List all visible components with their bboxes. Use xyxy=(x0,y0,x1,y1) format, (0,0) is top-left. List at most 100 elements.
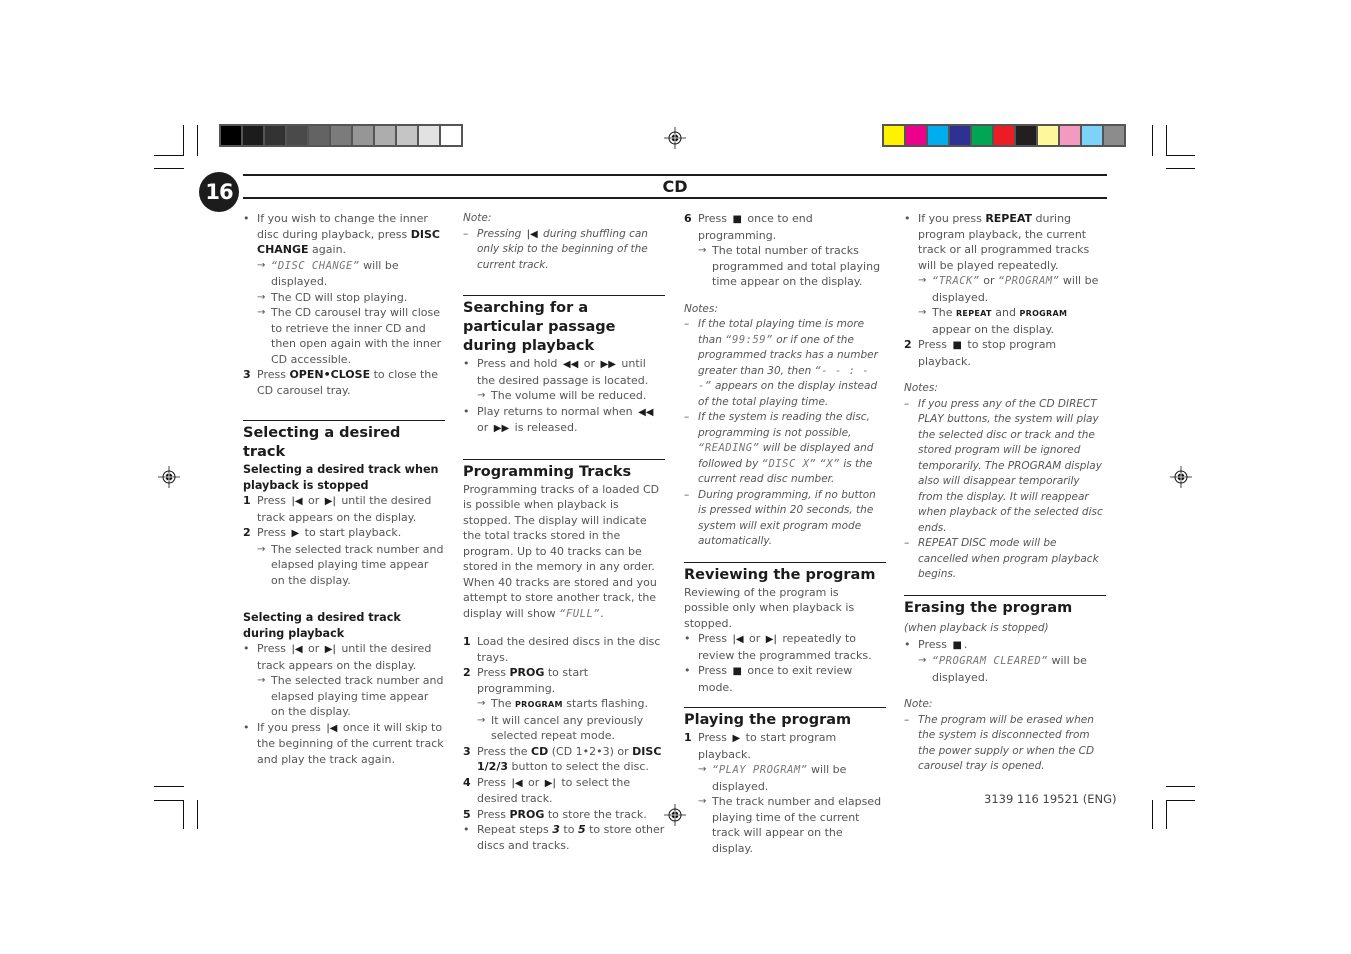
page-number: 16 xyxy=(199,172,239,212)
list-item: • Press |◀ or ▶| until the desired track … xyxy=(243,642,432,672)
step-item: 6 Press ■ once to end programming. xyxy=(684,212,813,242)
stop-icon: ■ xyxy=(952,639,962,651)
crop-mark xyxy=(1166,168,1195,169)
register-mark-icon xyxy=(664,804,686,826)
crop-mark xyxy=(154,786,184,787)
note-label: Note: xyxy=(463,212,492,224)
subsection-heading: Selecting a desired track during playbac… xyxy=(243,611,401,640)
arrow-icon: → xyxy=(698,245,707,256)
crop-mark xyxy=(1152,800,1153,829)
grayscale-swatch xyxy=(375,126,395,145)
play-icon: ▶ xyxy=(732,733,741,744)
register-mark-icon xyxy=(1170,466,1192,488)
crop-mark xyxy=(1166,800,1195,801)
note-item: – REPEAT DISC mode will be cancelled when… xyxy=(904,537,1099,580)
bullet-icon: • xyxy=(904,212,911,225)
step-item: 4 Press |◀ or ▶| to select the desired tr… xyxy=(463,775,631,806)
fast-forward-icon: ▶▶ xyxy=(600,359,616,370)
next-track-icon: ▶| xyxy=(765,634,777,645)
arrow-icon: → xyxy=(257,259,266,271)
note-item: – During programming, if no button is pre… xyxy=(684,488,876,548)
list-item: • If you press REPEAT during program play… xyxy=(904,212,1090,272)
dash-icon: – xyxy=(684,488,690,501)
section-heading: Selecting a desired track xyxy=(243,420,445,462)
crop-mark xyxy=(1166,786,1195,787)
arrow-icon: → xyxy=(918,307,927,318)
note-label: Note: xyxy=(904,698,933,710)
list-item: • Press and hold ◀◀ or ▶▶ until the desir… xyxy=(463,357,649,387)
color-swatch xyxy=(928,126,948,145)
list-item: • Press |◀ or ▶| repeatedly to review the… xyxy=(684,632,872,662)
arrow-icon: → xyxy=(918,275,927,286)
step-item: 2 Press ■ to stop program playback. xyxy=(904,338,1057,368)
grayscale-swatch xyxy=(331,126,351,145)
bullet-icon: • xyxy=(463,823,470,836)
list-item: • Press ■ once to exit review mode. xyxy=(684,664,853,694)
column-1: • If you wish to change the inner disc du… xyxy=(243,211,445,767)
result-item: → The CD carousel tray will close to retr… xyxy=(257,306,442,366)
bullet-icon: • xyxy=(684,632,691,645)
color-swatch xyxy=(1038,126,1058,145)
list-item: • Repeat steps 3 to 5 to store other disc… xyxy=(463,823,665,852)
crop-mark xyxy=(1166,800,1167,829)
color-swatch xyxy=(950,126,970,145)
step-item: 5 Press PROG to store the track. xyxy=(463,807,647,821)
color-swatch-bar xyxy=(882,124,1126,147)
result-item: → The volume will be reduced. xyxy=(477,389,647,402)
next-track-icon: ▶| xyxy=(544,777,556,789)
result-item: → The PROGRAM starts flashing. xyxy=(477,697,649,710)
crop-mark xyxy=(154,168,184,169)
section-heading: Playing the program xyxy=(684,707,886,730)
grayscale-swatch xyxy=(441,126,461,145)
result-item: → The track number and elapsed playing ti… xyxy=(698,795,882,855)
previous-track-icon: |◀ xyxy=(526,228,538,240)
step-item: 2 Press ▶ to start playback. xyxy=(243,525,445,542)
result-item: → The selected track number and elapsed p… xyxy=(257,542,444,587)
result-item: → The total number of tracks programmed a… xyxy=(698,244,881,288)
column-2: Note: – Pressing |◀ during shuffling can … xyxy=(463,211,665,853)
color-swatch xyxy=(884,126,904,145)
arrow-icon: → xyxy=(257,543,266,555)
stop-icon: ■ xyxy=(732,214,742,225)
subsection-heading: Selecting a desired track when playback … xyxy=(243,463,439,492)
color-swatch xyxy=(972,126,992,145)
column-3: 6 Press ■ once to end programming. → The t… xyxy=(684,211,886,856)
color-swatch xyxy=(1082,126,1102,145)
grayscale-swatch xyxy=(309,126,329,145)
next-track-icon: ▶| xyxy=(324,496,336,507)
crop-mark xyxy=(183,125,184,156)
grayscale-swatch xyxy=(287,126,307,145)
list-item: • Play returns to normal when ◀◀ or ▶▶ is… xyxy=(463,404,665,437)
result-item: → “TRACK” or “PROGRAM” will be displayed. xyxy=(918,274,1099,304)
color-swatch xyxy=(1016,126,1036,145)
note-item: – If the system is reading the disc, prog… xyxy=(684,411,874,485)
arrow-icon: → xyxy=(698,796,707,807)
bullet-icon: • xyxy=(463,357,470,370)
crop-mark xyxy=(1166,125,1167,156)
previous-track-icon: |◀ xyxy=(511,777,523,789)
section-heading: Programming Tracks xyxy=(463,458,665,482)
step-item: 2 Press PROG to start programming. xyxy=(463,666,589,695)
crop-mark xyxy=(1166,155,1195,156)
color-swatch xyxy=(994,126,1014,145)
column-4: • If you press REPEAT during program play… xyxy=(904,211,1106,775)
header-rule-bottom xyxy=(243,197,1107,199)
result-item: → The REPEAT and PROGRAM appear on the di… xyxy=(918,306,1068,336)
color-swatch xyxy=(906,126,926,145)
result-item: → “DISC CHANGE” will be displayed. xyxy=(257,258,399,289)
color-swatch xyxy=(1060,126,1080,145)
arrow-icon: → xyxy=(477,714,486,726)
next-track-icon: ▶| xyxy=(324,644,336,655)
stop-icon: ■ xyxy=(732,666,742,677)
previous-track-icon: |◀ xyxy=(326,722,338,734)
crop-mark xyxy=(197,125,198,156)
step-item: 3 Press the CD (CD 1•2•3) or DISC 1/2/3 b… xyxy=(463,744,662,774)
arrow-icon: → xyxy=(918,655,927,666)
arrow-icon: → xyxy=(477,390,486,401)
color-swatch xyxy=(1104,126,1124,145)
dash-icon: – xyxy=(684,318,690,330)
grayscale-swatch xyxy=(353,126,373,145)
bullet-icon: • xyxy=(243,212,250,225)
register-mark-icon xyxy=(158,466,180,488)
section-heading: Reviewing the program xyxy=(684,561,886,585)
